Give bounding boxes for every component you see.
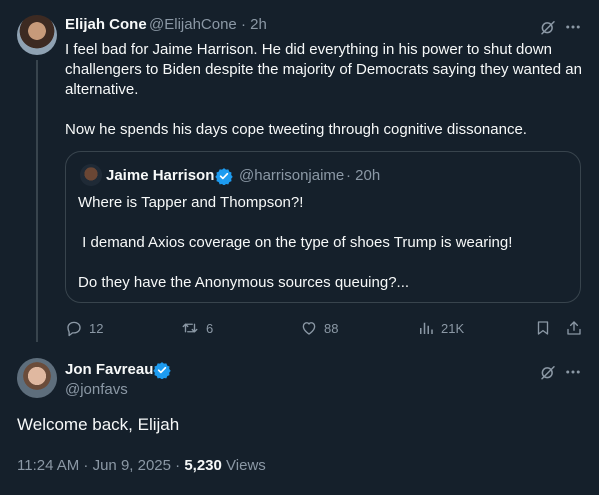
more-icon[interactable] xyxy=(562,361,584,383)
repost-icon xyxy=(182,323,198,333)
views-button[interactable]: 21K xyxy=(417,318,464,338)
like-icon xyxy=(302,322,316,335)
author-name[interactable]: Elijah Cone xyxy=(65,16,147,33)
more-icon[interactable] xyxy=(562,16,584,38)
thread-line xyxy=(36,60,38,342)
repost-count: 6 xyxy=(206,320,214,336)
reply-icon xyxy=(67,321,81,337)
reply-meta: 11:24 AM · Jun 9, 2025 · 5,230 Views xyxy=(17,457,266,474)
views-icon xyxy=(420,322,433,334)
reply-author-handle[interactable]: @jonfavs xyxy=(65,381,128,398)
avatar-jaime-harrison xyxy=(80,164,102,186)
tweet-text: I feel bad for Jaime Harrison. He did ev… xyxy=(65,41,582,138)
share-icon xyxy=(567,321,581,335)
quoted-line-2: I demand Axios coverage on the type of s… xyxy=(78,234,513,251)
quoted-tweet-time: · 20h xyxy=(346,167,381,184)
grok-icon[interactable] xyxy=(537,16,559,38)
quoted-tweet[interactable]: Jaime Harrison @harrisonjaime · 20h Wher… xyxy=(65,151,581,303)
like-count: 88 xyxy=(324,320,339,336)
reply-views-label: Views xyxy=(221,457,266,474)
reply-author-name[interactable]: Jon Favreau xyxy=(65,361,153,378)
grok-icon[interactable] xyxy=(537,361,559,383)
bookmark-button[interactable] xyxy=(534,318,552,338)
author-handle[interactable]: @ElijahCone xyxy=(149,16,237,33)
reply-count: 12 xyxy=(89,320,104,336)
reply-timestamp[interactable]: 11:24 AM · Jun 9, 2025 · xyxy=(17,457,184,474)
reply-views-count: 5,230 xyxy=(184,457,222,474)
share-button[interactable] xyxy=(565,318,583,338)
reply-button[interactable]: 12 xyxy=(65,318,103,338)
tweet-time[interactable]: · 2h xyxy=(241,16,267,33)
verified-icon xyxy=(215,168,233,185)
views-count: 21K xyxy=(441,320,465,336)
like-button[interactable]: 88 xyxy=(300,318,338,338)
verified-icon xyxy=(153,362,171,379)
avatar-elijah-cone[interactable] xyxy=(17,15,57,55)
bookmark-icon xyxy=(537,321,549,335)
quoted-author-name: Jaime Harrison xyxy=(106,167,215,184)
reply-text: Welcome back, Elijah xyxy=(17,415,180,434)
quoted-line-1: Where is Tapper and Thompson?! xyxy=(78,194,304,211)
quoted-author-handle: @harrisonjaime xyxy=(239,167,345,184)
quoted-line-3: Do they have the Anonymous sources queui… xyxy=(78,274,410,291)
repost-button[interactable]: 6 xyxy=(180,318,213,338)
avatar-jon-favreau[interactable] xyxy=(17,358,57,398)
